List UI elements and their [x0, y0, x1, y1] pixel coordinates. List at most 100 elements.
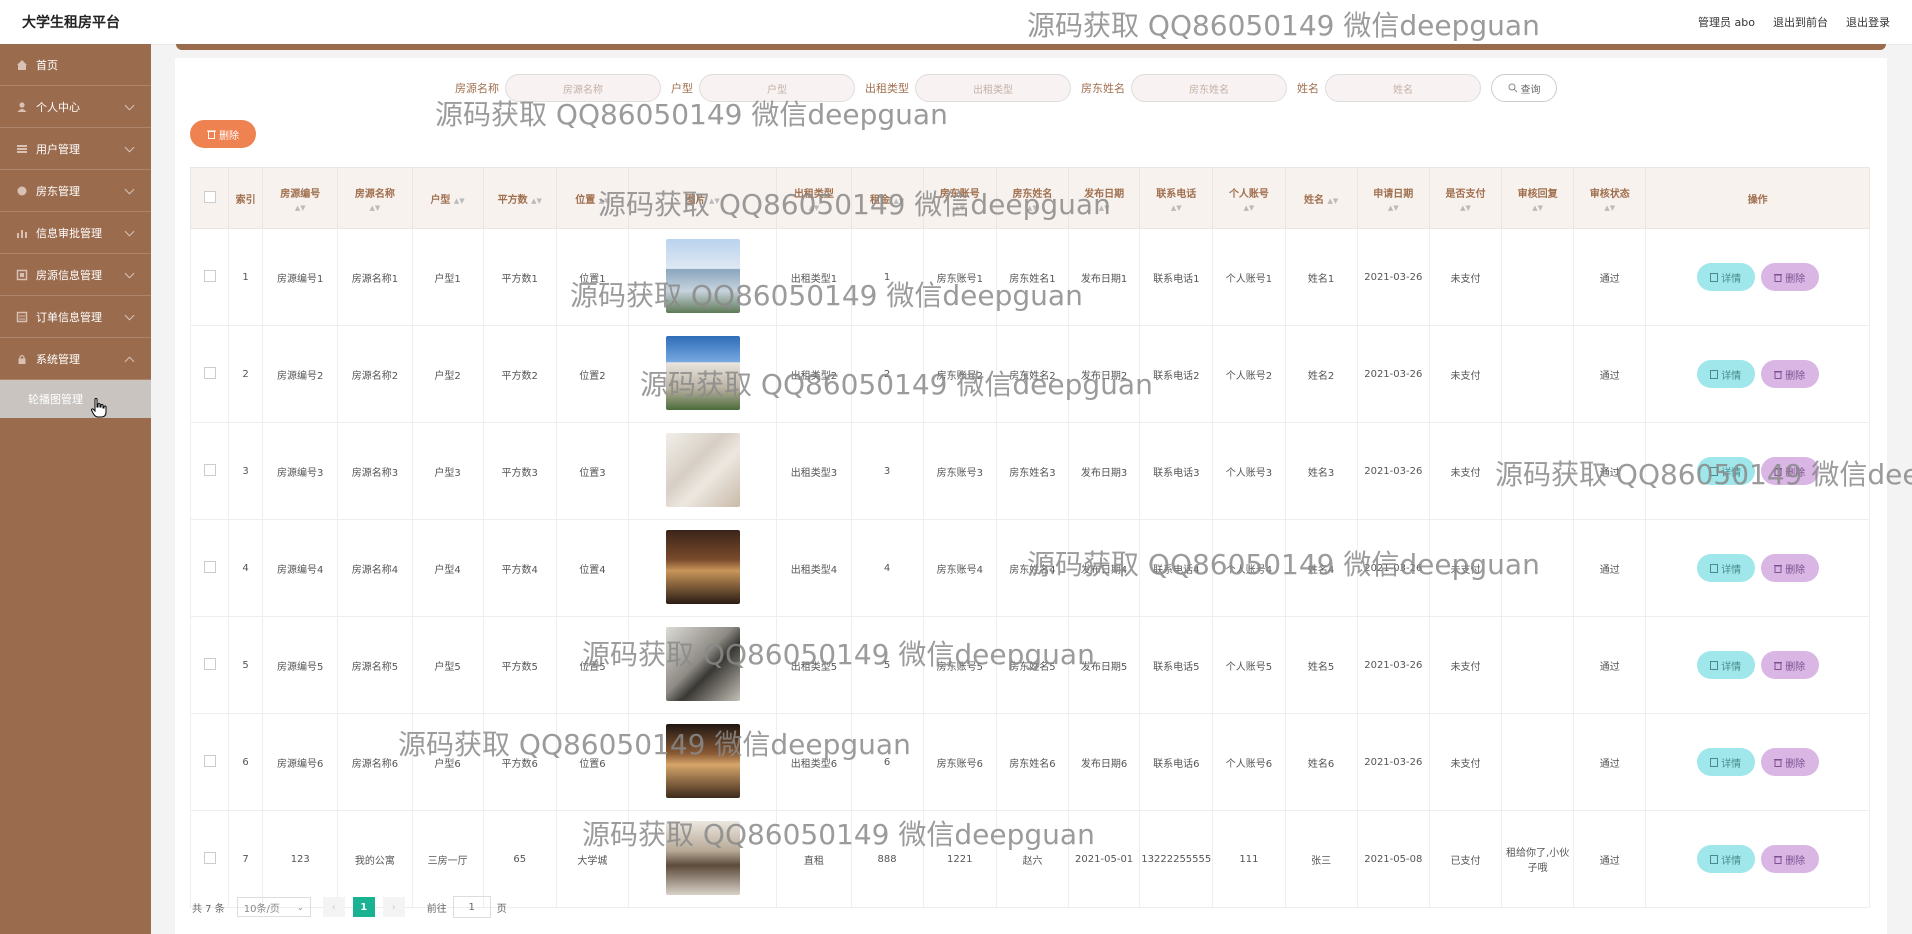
column-header-sortable[interactable]: 房东账号 ▲▼	[922, 167, 997, 229]
column-header-sortable[interactable]: 审核状态 ▲▼	[1573, 167, 1647, 229]
sidebar-item-orders[interactable]: 订单信息管理	[0, 296, 151, 338]
sort-icon[interactable]: ▲▼	[339, 204, 410, 212]
column-header-sortable[interactable]: 租金 ▲▼	[850, 167, 924, 229]
sort-icon[interactable]: ▲▼	[531, 197, 542, 205]
detail-button[interactable]: 详情	[1696, 457, 1755, 485]
checkbox[interactable]	[203, 851, 216, 864]
search-input-landlord[interactable]: 房东姓名	[1131, 74, 1287, 102]
row-select-cell[interactable]	[189, 422, 230, 520]
page-size-value: 10条/页	[243, 903, 280, 915]
table-cell: 发布日期5	[1068, 616, 1141, 714]
column-header-sortable[interactable]: 出租类型 ▲▼	[776, 167, 852, 229]
column-header-sortable[interactable]: 房源名称 ▲▼	[337, 167, 413, 229]
column-header-sortable[interactable]: 姓名 ▲▼	[1284, 167, 1358, 229]
column-header-sortable[interactable]: 审核回复 ▲▼	[1501, 167, 1575, 229]
checkbox[interactable]	[203, 269, 216, 282]
checkbox[interactable]	[203, 560, 216, 573]
front-link[interactable]: 退出到前台	[1773, 14, 1828, 30]
sidebar-item-users[interactable]: 用户管理	[0, 128, 151, 170]
sort-icon[interactable]: ▲▼	[1327, 197, 1338, 205]
sort-icon[interactable]: ▲▼	[264, 204, 336, 212]
select-all-cell[interactable]	[189, 167, 230, 229]
prev-page-button[interactable]: ‹	[322, 897, 345, 917]
query-button[interactable]: 查询	[1491, 74, 1557, 102]
detail-button[interactable]: 详情	[1696, 554, 1755, 582]
bulk-delete-button[interactable]: 删除	[190, 120, 256, 148]
sort-icon[interactable]: ▲▼	[893, 197, 904, 205]
row-select-cell[interactable]	[189, 713, 230, 811]
column-header-sortable[interactable]: 房东姓名 ▲▼	[995, 167, 1070, 229]
row-select-cell[interactable]	[189, 228, 230, 326]
row-delete-button[interactable]: 删除	[1760, 651, 1819, 679]
checkbox[interactable]	[203, 366, 216, 379]
checkbox[interactable]	[203, 463, 216, 476]
row-select-cell[interactable]	[189, 519, 230, 617]
column-header-sortable[interactable]: 是否支付 ▲▼	[1428, 167, 1503, 229]
column-header-sortable[interactable]: 联系电话 ▲▼	[1139, 167, 1214, 229]
sort-icon[interactable]: ▲▼	[1575, 204, 1644, 212]
column-header-label: 出租类型	[793, 188, 834, 200]
goto-page-input[interactable]: 1	[452, 896, 491, 918]
row-delete-button[interactable]: 删除	[1760, 748, 1819, 776]
next-page-button[interactable]: ›	[382, 897, 405, 917]
search-input-type[interactable]: 户型	[699, 74, 855, 102]
search-input-rent-type[interactable]: 出租类型	[915, 74, 1071, 102]
search-input-name[interactable]: 房源名称	[505, 74, 661, 102]
column-header-sortable[interactable]: 个人账号 ▲▼	[1212, 167, 1286, 229]
logout-link[interactable]: 退出登录	[1846, 14, 1890, 30]
row-delete-button[interactable]: 删除	[1760, 457, 1819, 485]
checkbox[interactable]	[203, 657, 216, 670]
table-cell: 房东账号5	[922, 616, 997, 714]
sort-icon[interactable]: ▲▼	[599, 197, 610, 205]
row-select-cell[interactable]	[189, 810, 230, 908]
checkbox[interactable]	[203, 190, 216, 203]
sort-icon[interactable]: ▲▼	[1503, 204, 1572, 212]
sidebar-item-approval[interactable]: 信息审批管理	[0, 212, 151, 254]
row-select-cell[interactable]	[189, 325, 230, 423]
column-header-sortable[interactable]: 房源编号 ▲▼	[262, 167, 339, 229]
sidebar-item-listings[interactable]: 房源信息管理	[0, 254, 151, 296]
column-header-sortable[interactable]: 图片 ▲▼	[627, 167, 778, 229]
page-size-select[interactable]: 10条/页 ⌄	[236, 897, 311, 917]
sort-icon[interactable]: ▲▼	[998, 204, 1067, 212]
page-number-current[interactable]: 1	[352, 897, 375, 917]
actions-cell: 详情 删除	[1645, 616, 1870, 714]
table-cell: 出租类型6	[776, 713, 852, 811]
row-delete-button[interactable]: 删除	[1760, 263, 1819, 291]
sidebar-item-system[interactable]: 系统管理	[0, 338, 151, 380]
chevron-up-icon	[124, 356, 135, 367]
column-header-sortable[interactable]: 户型 ▲▼	[411, 167, 484, 229]
sidebar-subitem-carousel[interactable]: 轮播图管理	[0, 380, 151, 418]
column-header-sortable[interactable]: 平方数 ▲▼	[482, 167, 557, 229]
detail-button[interactable]: 详情	[1696, 748, 1755, 776]
column-header-sortable[interactable]: 发布日期 ▲▼	[1068, 167, 1141, 229]
sort-icon[interactable]: ▲▼	[1070, 204, 1138, 212]
sort-icon[interactable]: ▲▼	[709, 197, 720, 205]
search-input-person[interactable]: 姓名	[1325, 74, 1481, 102]
lock-icon	[18, 354, 26, 364]
sort-icon[interactable]: ▲▼	[778, 204, 849, 212]
sort-icon[interactable]: ▲▼	[454, 197, 465, 205]
trash-icon	[1774, 855, 1783, 864]
sidebar-item-home[interactable]: 首页	[0, 44, 151, 86]
detail-button[interactable]: 详情	[1696, 651, 1755, 679]
sort-icon[interactable]: ▲▼	[1214, 204, 1283, 212]
sort-icon[interactable]: ▲▼	[1141, 204, 1211, 212]
image-cell	[627, 228, 778, 326]
table-cell: 直租	[776, 810, 852, 908]
checkbox[interactable]	[203, 754, 216, 767]
detail-button[interactable]: 详情	[1696, 845, 1755, 873]
row-delete-button[interactable]: 删除	[1760, 360, 1819, 388]
sidebar-item-profile[interactable]: 个人中心	[0, 86, 151, 128]
row-select-cell[interactable]	[189, 616, 230, 714]
sort-icon[interactable]: ▲▼	[925, 204, 995, 212]
detail-button[interactable]: 详情	[1696, 263, 1755, 291]
row-delete-button[interactable]: 删除	[1760, 845, 1819, 873]
column-header-sortable[interactable]: 申请日期 ▲▼	[1356, 167, 1430, 229]
row-delete-button[interactable]: 删除	[1760, 554, 1819, 582]
detail-button[interactable]: 详情	[1696, 360, 1755, 388]
column-header-sortable[interactable]: 位置 ▲▼	[555, 167, 630, 229]
sort-icon[interactable]: ▲▼	[1431, 204, 1500, 212]
sort-icon[interactable]: ▲▼	[1359, 204, 1428, 212]
sidebar-item-landlords[interactable]: 房东管理	[0, 170, 151, 212]
